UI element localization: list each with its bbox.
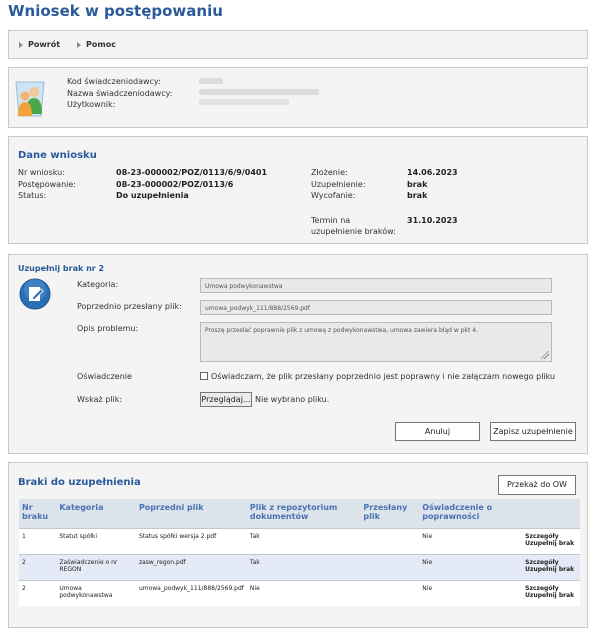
cell-repository: Tak [246, 553, 361, 580]
application-data-panel: Dane wniosku Nr wniosku: 08-23-000002/PO… [8, 136, 588, 244]
column-header-actions [522, 499, 580, 528]
cell-nr: 2 [19, 579, 57, 606]
browse-button[interactable]: Przeglądaj... [200, 392, 252, 407]
cell-sent-file [360, 527, 420, 554]
cell-category: Zaświadczenie o nr REGON [56, 553, 136, 580]
deadline-label-line2: uzupełnienie braków: [311, 227, 396, 236]
column-header-nr: Nr braku [19, 499, 57, 528]
problem-label: Opis problemu: [77, 324, 139, 333]
statement-label: Oświadczenie [77, 372, 132, 381]
cell-category: Umowa podwykonawstwa [56, 579, 136, 606]
previous-file-field: umowa_podwyk_111/888/2569.pdf [200, 300, 552, 315]
problem-textarea[interactable]: Proszę przesłać poprawnie plik z umową z… [200, 322, 552, 362]
cell-nr: 1 [19, 527, 57, 554]
deadline-label-line1: Termin na [311, 216, 351, 225]
cell-statement: Nie [419, 579, 523, 606]
fill-deficiency-link[interactable]: Uzupełnij brak [525, 566, 577, 573]
submitted-label: Złożenie: [311, 168, 348, 177]
cell-nr: 2 [19, 553, 57, 580]
provider-code-value-redacted [199, 78, 223, 84]
table-header-row: Nr braku Kategoria Poprzedni plik Plik z… [19, 499, 580, 528]
supplemented-value: brak [407, 180, 428, 189]
deficiencies-table: Nr braku Kategoria Poprzedni plik Plik z… [19, 499, 580, 606]
cell-statement: Nie [419, 553, 523, 580]
table-row: 2 Umowa podwykonawstwa umowa_podwyk_111/… [19, 579, 580, 606]
provider-name-value-redacted [199, 89, 319, 95]
back-button[interactable]: Powrót [19, 40, 60, 49]
details-link[interactable]: Szczegóły [525, 559, 577, 566]
category-field: Umowa podwykonawstwa [200, 278, 552, 293]
column-header-previous-file: Poprzedni plik [135, 499, 247, 528]
help-button-label: Pomoc [86, 40, 116, 49]
document-edit-icon [19, 278, 51, 310]
cell-actions: Szczegóły Uzupełnij brak [522, 553, 580, 580]
statement-checkbox[interactable] [200, 372, 208, 380]
users-icon [13, 76, 47, 120]
cell-previous-file: umowa_podwyk_111/888/2569.pdf [135, 579, 247, 606]
fill-deficiency-header: Uzupełnij brak nr 2 [18, 264, 105, 273]
user-panel: Kod świadczeniodawcy: Nazwa świadczeniod… [8, 67, 588, 128]
deadline-value: 31.10.2023 [407, 216, 458, 225]
application-number-label: Nr wniosku: [18, 168, 65, 177]
fill-deficiency-link[interactable]: Uzupełnij brak [525, 592, 577, 599]
user-label: Użytkownik: [67, 100, 116, 109]
page-title: Wniosek w postępowaniu [8, 2, 223, 20]
column-header-repository-file: Plik z repozytorium dokumentów [246, 499, 361, 528]
back-button-label: Powrót [28, 40, 61, 49]
details-link[interactable]: Szczegóły [525, 585, 577, 592]
status-value: Do uzupełnienia [116, 191, 189, 200]
cell-previous-file: Status spółki wersja 2.pdf [135, 527, 247, 554]
withdrawn-value: brak [407, 191, 428, 200]
help-button[interactable]: Pomoc [77, 40, 116, 49]
column-header-sent-file: Przesłany plik [360, 499, 420, 528]
triangle-right-icon [19, 41, 23, 48]
details-link[interactable]: Szczegóły [525, 533, 577, 540]
cell-repository: Tak [246, 527, 361, 554]
status-label: Status: [18, 191, 47, 200]
provider-name-label: Nazwa świadczeniodawcy: [67, 89, 173, 98]
cell-statement: Nie [419, 527, 523, 554]
cell-sent-file [360, 579, 420, 606]
application-data-header: Dane wniosku [18, 150, 97, 161]
cell-actions: Szczegóły Uzupełnij brak [522, 579, 580, 606]
column-header-statement: Oświadczenie o poprawności [419, 499, 523, 528]
no-file-text: Nie wybrano pliku. [255, 395, 330, 404]
toolbar: Powrót Pomoc [8, 30, 588, 59]
cell-category: Statut spółki [56, 527, 136, 554]
triangle-right-icon [77, 41, 81, 48]
deficiencies-header: Braki do uzupełnienia [18, 477, 141, 488]
file-label: Wskaż plik: [77, 395, 123, 404]
cell-previous-file: zasw_regon.pdf [135, 553, 247, 580]
supplemented-label: Uzupełnienie: [311, 180, 366, 189]
category-label: Kategoria: [77, 280, 119, 289]
application-number: 08-23-000002/POZ/0113/6/9/0401 [116, 168, 268, 177]
withdrawn-label: Wycofanie: [311, 191, 356, 200]
submit-to-ow-button[interactable]: Przekaż do OW [498, 475, 576, 495]
column-header-category: Kategoria [56, 499, 136, 528]
cell-sent-file [360, 553, 420, 580]
fill-deficiency-panel: Uzupełnij brak nr 2 Kategoria: Umowa pod… [8, 254, 588, 454]
fill-deficiency-link[interactable]: Uzupełnij brak [525, 540, 577, 547]
previous-file-label: Poprzednio przesłany plik: [77, 302, 182, 311]
provider-code-label: Kod świadczeniodawcy: [67, 77, 161, 86]
proceeding-value: 08-23-000002/POZ/0113/6 [116, 180, 234, 189]
cell-repository: Nie [246, 579, 361, 606]
cancel-button[interactable]: Anuluj [395, 422, 480, 441]
save-supplement-button[interactable]: Zapisz uzupełnienie [490, 422, 576, 441]
user-value-redacted [199, 99, 289, 105]
resize-grip-icon[interactable] [541, 351, 549, 359]
proceeding-label: Postępowanie: [18, 180, 76, 189]
problem-text: Proszę przesłać poprawnie plik z umową z… [205, 327, 478, 334]
statement-text: Oświadczam, że plik przesłany poprzednio… [211, 372, 556, 381]
table-row: 2 Zaświadczenie o nr REGON zasw_regon.pd… [19, 553, 580, 580]
deficiencies-panel: Braki do uzupełnienia Przekaż do OW Nr b… [8, 462, 588, 628]
cell-actions: Szczegóły Uzupełnij brak [522, 527, 580, 554]
table-row: 1 Statut spółki Status spółki wersja 2.p… [19, 527, 580, 554]
submitted-value: 14.06.2023 [407, 168, 458, 177]
